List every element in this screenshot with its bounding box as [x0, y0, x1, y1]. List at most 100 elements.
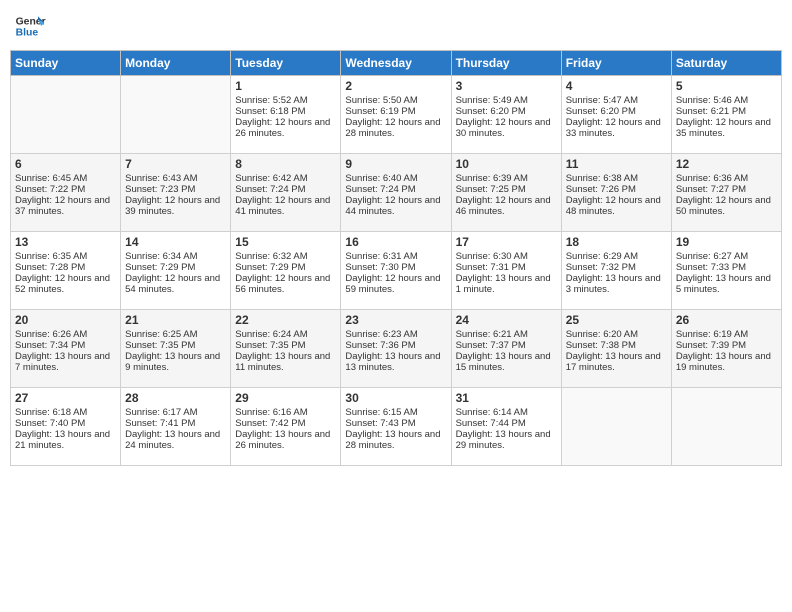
- daylight-text: Daylight: 12 hours and 48 minutes.: [566, 195, 661, 217]
- sunrise-text: Sunrise: 6:23 AM: [345, 329, 417, 340]
- calendar-cell: 16Sunrise: 6:31 AMSunset: 7:30 PMDayligh…: [341, 232, 451, 310]
- calendar-cell: 29Sunrise: 6:16 AMSunset: 7:42 PMDayligh…: [231, 388, 341, 466]
- sunrise-text: Sunrise: 6:39 AM: [456, 173, 528, 184]
- day-number: 8: [235, 157, 336, 171]
- day-number: 24: [456, 313, 557, 327]
- calendar-cell: 14Sunrise: 6:34 AMSunset: 7:29 PMDayligh…: [121, 232, 231, 310]
- day-header-friday: Friday: [561, 51, 671, 76]
- sunset-text: Sunset: 7:27 PM: [676, 184, 746, 195]
- day-number: 28: [125, 391, 226, 405]
- calendar-cell: 2Sunrise: 5:50 AMSunset: 6:19 PMDaylight…: [341, 76, 451, 154]
- sunrise-text: Sunrise: 6:34 AM: [125, 251, 197, 262]
- week-row-2: 6Sunrise: 6:45 AMSunset: 7:22 PMDaylight…: [11, 154, 782, 232]
- sunset-text: Sunset: 7:35 PM: [235, 340, 305, 351]
- calendar-cell: 19Sunrise: 6:27 AMSunset: 7:33 PMDayligh…: [671, 232, 781, 310]
- day-number: 26: [676, 313, 777, 327]
- daylight-text: Daylight: 13 hours and 24 minutes.: [125, 429, 220, 451]
- daylight-text: Daylight: 12 hours and 28 minutes.: [345, 117, 440, 139]
- daylight-text: Daylight: 12 hours and 54 minutes.: [125, 273, 220, 295]
- sunrise-text: Sunrise: 6:38 AM: [566, 173, 638, 184]
- calendar-cell: 21Sunrise: 6:25 AMSunset: 7:35 PMDayligh…: [121, 310, 231, 388]
- day-header-tuesday: Tuesday: [231, 51, 341, 76]
- sunrise-text: Sunrise: 6:25 AM: [125, 329, 197, 340]
- day-number: 30: [345, 391, 446, 405]
- daylight-text: Daylight: 13 hours and 15 minutes.: [456, 351, 551, 373]
- calendar-cell: 7Sunrise: 6:43 AMSunset: 7:23 PMDaylight…: [121, 154, 231, 232]
- sunset-text: Sunset: 6:18 PM: [235, 106, 305, 117]
- day-number: 23: [345, 313, 446, 327]
- day-number: 21: [125, 313, 226, 327]
- daylight-text: Daylight: 12 hours and 33 minutes.: [566, 117, 661, 139]
- daylight-text: Daylight: 12 hours and 52 minutes.: [15, 273, 110, 295]
- daylight-text: Daylight: 12 hours and 59 minutes.: [345, 273, 440, 295]
- sunrise-text: Sunrise: 6:45 AM: [15, 173, 87, 184]
- week-row-1: 1 Sunrise: 5:52 AMSunset: 6:18 PM Daylight…: [11, 76, 782, 154]
- calendar-cell: 24Sunrise: 6:21 AMSunset: 7:37 PMDayligh…: [451, 310, 561, 388]
- sunrise-text: Sunrise: 6:20 AM: [566, 329, 638, 340]
- sunset-text: Sunset: 7:36 PM: [345, 340, 415, 351]
- day-number: 25: [566, 313, 667, 327]
- svg-text:Blue: Blue: [16, 28, 39, 39]
- calendar-cell: [671, 388, 781, 466]
- sunset-text: Sunset: 7:43 PM: [345, 418, 415, 429]
- logo: General Blue: [14, 10, 50, 42]
- week-row-4: 20Sunrise: 6:26 AMSunset: 7:34 PMDayligh…: [11, 310, 782, 388]
- calendar-cell: 31Sunrise: 6:14 AMSunset: 7:44 PMDayligh…: [451, 388, 561, 466]
- daylight-text: Daylight: 12 hours and 30 minutes.: [456, 117, 551, 139]
- day-number: 11: [566, 157, 667, 171]
- day-number: 12: [676, 157, 777, 171]
- day-header-wednesday: Wednesday: [341, 51, 451, 76]
- sunset-text: Sunset: 7:38 PM: [566, 340, 636, 351]
- day-number: 2: [345, 79, 446, 93]
- day-number: 5: [676, 79, 777, 93]
- sunset-text: Sunset: 6:20 PM: [456, 106, 526, 117]
- sunrise-text: Sunrise: 5:50 AM: [345, 95, 417, 106]
- calendar-cell: 3Sunrise: 5:49 AMSunset: 6:20 PMDaylight…: [451, 76, 561, 154]
- calendar-cell: 27Sunrise: 6:18 AMSunset: 7:40 PMDayligh…: [11, 388, 121, 466]
- day-number: 1: [235, 79, 336, 93]
- sunrise-text: Sunrise: 6:35 AM: [15, 251, 87, 262]
- sunrise-text: Sunrise: 6:17 AM: [125, 407, 197, 418]
- calendar-table: SundayMondayTuesdayWednesdayThursdayFrid…: [10, 50, 782, 466]
- logo-icon: General Blue: [14, 10, 46, 42]
- day-number: 3: [456, 79, 557, 93]
- daylight-text: Daylight: 13 hours and 9 minutes.: [125, 351, 220, 373]
- calendar-cell: 25Sunrise: 6:20 AMSunset: 7:38 PMDayligh…: [561, 310, 671, 388]
- sunrise-text: Sunrise: 6:36 AM: [676, 173, 748, 184]
- sunrise-text: Sunrise: 6:40 AM: [345, 173, 417, 184]
- sunrise-text: Sunrise: 6:32 AM: [235, 251, 307, 262]
- daylight-text: Daylight: 12 hours and 46 minutes.: [456, 195, 551, 217]
- day-number: 16: [345, 235, 446, 249]
- daylight-text: Daylight: 13 hours and 21 minutes.: [15, 429, 110, 451]
- sunrise-text: Sunrise: 6:26 AM: [15, 329, 87, 340]
- calendar-cell: 4Sunrise: 5:47 AMSunset: 6:20 PMDaylight…: [561, 76, 671, 154]
- daylight-text: Daylight: 12 hours and 41 minutes.: [235, 195, 330, 217]
- daylight-text: Daylight: 12 hours and 44 minutes.: [345, 195, 440, 217]
- day-number: 10: [456, 157, 557, 171]
- day-number: 27: [15, 391, 116, 405]
- sunset-text: Sunset: 7:25 PM: [456, 184, 526, 195]
- sunrise-text: Sunrise: 5:52 AM: [235, 95, 307, 106]
- day-number: 29: [235, 391, 336, 405]
- sunrise-text: Sunrise: 6:27 AM: [676, 251, 748, 262]
- sunset-text: Sunset: 7:41 PM: [125, 418, 195, 429]
- daylight-text: Daylight: 12 hours and 56 minutes.: [235, 273, 330, 295]
- sunset-text: Sunset: 7:40 PM: [15, 418, 85, 429]
- day-number: 22: [235, 313, 336, 327]
- sunrise-text: Sunrise: 6:31 AM: [345, 251, 417, 262]
- day-header-thursday: Thursday: [451, 51, 561, 76]
- sunset-text: Sunset: 7:29 PM: [125, 262, 195, 273]
- calendar-cell: [121, 76, 231, 154]
- sunrise-text: Sunrise: 5:47 AM: [566, 95, 638, 106]
- daylight-text: Daylight: 12 hours and 37 minutes.: [15, 195, 110, 217]
- calendar-cell: 22Sunrise: 6:24 AMSunset: 7:35 PMDayligh…: [231, 310, 341, 388]
- calendar-cell: 20Sunrise: 6:26 AMSunset: 7:34 PMDayligh…: [11, 310, 121, 388]
- calendar-cell: 23Sunrise: 6:23 AMSunset: 7:36 PMDayligh…: [341, 310, 451, 388]
- day-header-monday: Monday: [121, 51, 231, 76]
- daylight-text: Daylight: 12 hours and 50 minutes.: [676, 195, 771, 217]
- day-number: 31: [456, 391, 557, 405]
- calendar-header-row: SundayMondayTuesdayWednesdayThursdayFrid…: [11, 51, 782, 76]
- sunset-text: Sunset: 7:32 PM: [566, 262, 636, 273]
- daylight-text: Daylight: 13 hours and 28 minutes.: [345, 429, 440, 451]
- calendar-cell: 13Sunrise: 6:35 AMSunset: 7:28 PMDayligh…: [11, 232, 121, 310]
